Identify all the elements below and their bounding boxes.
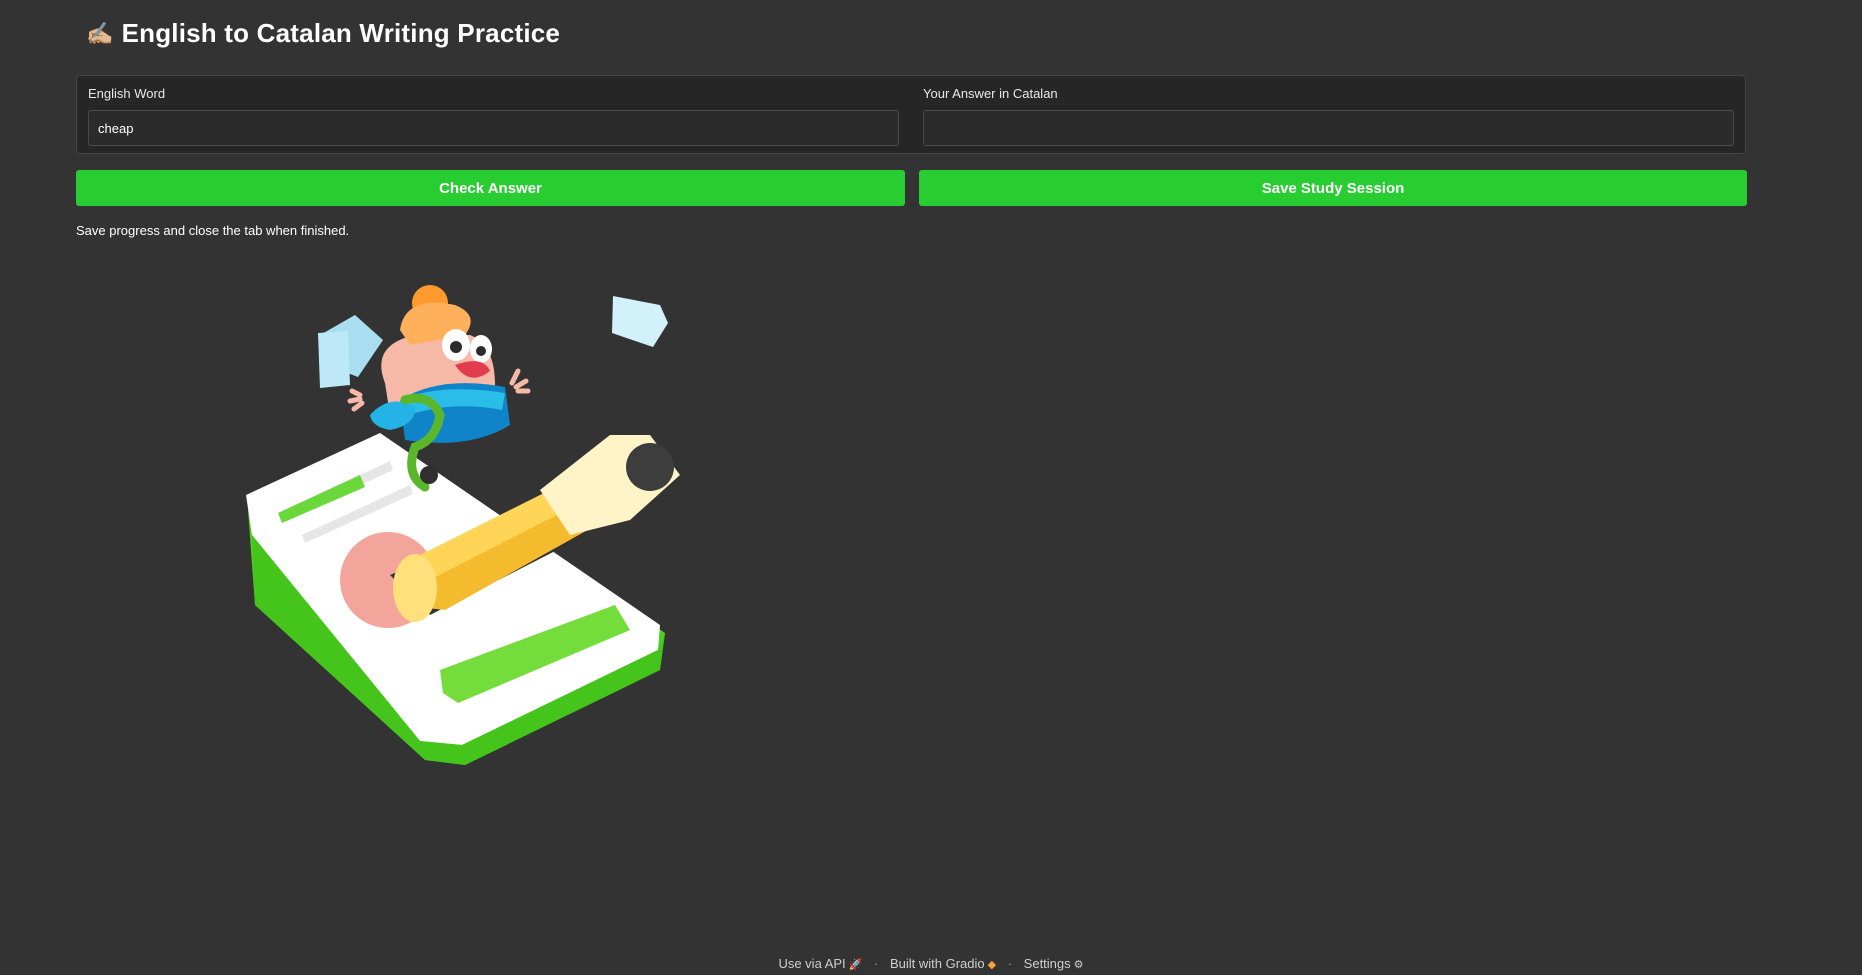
app-page: ✍🏼 English to Catalan Writing Practice E…: [0, 0, 1862, 975]
gradio-logo-icon: ◆: [987, 959, 997, 971]
character-riding-pencil-illustration: [246, 285, 680, 765]
gear-icon: ⚙: [1073, 959, 1084, 971]
flying-paper-left-icon: [318, 315, 383, 388]
footer-separator: ·: [873, 956, 879, 971]
status-message: Save progress and close the tab when fin…: [76, 223, 350, 238]
word-form-panel: English Word Your Answer in Catalan: [76, 75, 1746, 154]
answer-input[interactable]: [923, 110, 1734, 146]
settings-link[interactable]: Settings ⚙: [1024, 956, 1084, 971]
built-with-gradio-link[interactable]: Built with Gradio ◆: [890, 956, 996, 971]
writing-hand-icon: ✍🏼: [86, 20, 114, 46]
rocket-icon: 🚀: [848, 959, 863, 971]
footer-separator: ·: [1007, 956, 1013, 971]
use-via-api-label: Use via API: [778, 956, 846, 971]
answer-label: Your Answer in Catalan: [923, 86, 1058, 101]
built-with-gradio-label: Built with Gradio: [889, 956, 985, 971]
page-title: ✍🏼 English to Catalan Writing Practice: [86, 18, 560, 49]
use-via-api-link[interactable]: Use via API 🚀: [778, 956, 862, 971]
flying-paper-right-icon: [612, 296, 668, 347]
footer: Use via API 🚀 · Built with Gradio ◆ · Sett…: [0, 956, 1862, 971]
page-title-text: English to Catalan Writing Practice: [121, 18, 561, 48]
english-word-input[interactable]: [88, 110, 899, 146]
english-word-label: English Word: [88, 86, 166, 101]
save-study-session-button[interactable]: Save Study Session: [919, 170, 1747, 206]
settings-label: Settings: [1023, 956, 1071, 971]
check-answer-button[interactable]: Check Answer: [76, 170, 905, 206]
